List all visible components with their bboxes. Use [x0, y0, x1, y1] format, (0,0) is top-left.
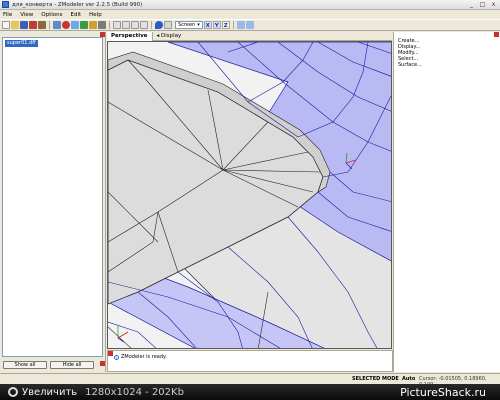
view-side-icon[interactable]: [131, 21, 139, 29]
command-list: Create... Display... Modify... Select...…: [398, 38, 422, 68]
tab-display[interactable]: ◂ Display: [153, 32, 186, 41]
toolbar-separator: [232, 21, 234, 29]
tab-perspective[interactable]: Perspective: [107, 31, 153, 41]
axis-x-toggle[interactable]: X: [203, 21, 212, 29]
toolbar-separator: [49, 21, 50, 29]
menu-help[interactable]: Help: [89, 12, 102, 18]
toolbar-separator: [109, 21, 110, 29]
toolbar-separator: [151, 21, 152, 29]
menu-options[interactable]: Options: [41, 12, 62, 18]
new-file-icon[interactable]: [2, 21, 10, 29]
open-folder-icon[interactable]: [11, 21, 19, 29]
view-top-icon[interactable]: [113, 21, 121, 29]
select-icon[interactable]: [98, 21, 106, 29]
message-log: i ZModeler is ready.: [107, 350, 393, 372]
grid-icon[interactable]: [164, 21, 172, 29]
host-brand[interactable]: PictureShack.ru: [400, 386, 486, 399]
drop-icon[interactable]: [155, 21, 163, 29]
coordinate-mode-value: Screen: [178, 22, 196, 28]
title-bar: для_конверта - ZModeler ver 2.2.5 (Build…: [0, 0, 500, 10]
show-all-button[interactable]: Show all: [3, 361, 47, 369]
status-bar: SELECTED MODE Auto Cursor: -0.01505, 0.1…: [0, 373, 500, 388]
cut-icon[interactable]: [29, 21, 37, 29]
axis-y-toggle[interactable]: Y: [212, 21, 221, 29]
chevron-down-icon: ▾: [197, 22, 200, 28]
close-icon[interactable]: [100, 361, 105, 366]
close-icon[interactable]: [494, 32, 499, 37]
status-message: ZModeler is ready.: [121, 354, 167, 360]
magnifier-icon[interactable]: [8, 387, 18, 397]
command-surface[interactable]: Surface...: [398, 62, 422, 68]
app-icon: [2, 1, 9, 8]
menu-edit[interactable]: Edit: [71, 12, 82, 18]
minimize-button[interactable]: _: [467, 1, 476, 9]
coordinate-mode-select[interactable]: Screen ▾: [175, 21, 203, 29]
save-icon[interactable]: [20, 21, 28, 29]
view-perspective-icon[interactable]: [140, 21, 148, 29]
zoom-icon[interactable]: [71, 21, 79, 29]
selection-mode-indicator[interactable]: SELECTED MODE: [352, 376, 399, 382]
undo-icon[interactable]: [53, 21, 61, 29]
close-icon[interactable]: [108, 351, 113, 356]
tab-display-label: Display: [161, 32, 182, 39]
command-panel: Create... Display... Modify... Select...…: [393, 32, 500, 372]
delete-icon[interactable]: [38, 21, 46, 29]
info-icon: i: [114, 354, 119, 360]
maximize-button[interactable]: □: [478, 1, 487, 9]
lock-icon[interactable]: [236, 21, 245, 29]
viewport-3d[interactable]: [107, 41, 392, 349]
axis-z-toggle[interactable]: Z: [221, 21, 230, 29]
snap-icon[interactable]: [245, 21, 254, 29]
hide-all-button[interactable]: Hide all: [50, 361, 94, 369]
menu-view[interactable]: View: [20, 12, 33, 18]
image-host-banner: Увеличить 1280x1024 - 202Kb PictureShack…: [0, 384, 500, 400]
pan-icon[interactable]: [80, 21, 88, 29]
close-button[interactable]: x: [489, 1, 498, 9]
viewport-render: [108, 42, 391, 348]
view-front-icon[interactable]: [122, 21, 130, 29]
menu-file[interactable]: File: [3, 12, 12, 18]
scene-tree-item[interactable]: super01.dff: [5, 40, 38, 47]
image-size: 1280x1024 - 202Kb: [85, 386, 184, 398]
toolbar: Screen ▾ X Y Z: [0, 19, 500, 31]
window-title: для_конверта - ZModeler ver 2.2.5 (Build…: [12, 1, 143, 8]
app-window: для_конверта - ZModeler ver 2.2.5 (Build…: [0, 0, 500, 388]
menu-bar: File View Options Edit Help: [0, 10, 500, 19]
record-icon[interactable]: [62, 21, 70, 29]
scene-tree[interactable]: super01.dff: [2, 37, 103, 357]
scene-panel: super01.dff Show all Hide all: [0, 32, 106, 372]
rotate-icon[interactable]: [89, 21, 97, 29]
viewport-header: Perspective ◂ Display: [107, 31, 392, 41]
zoom-label[interactable]: Увеличить: [22, 387, 77, 398]
auto-mode-indicator[interactable]: Auto: [402, 376, 415, 382]
